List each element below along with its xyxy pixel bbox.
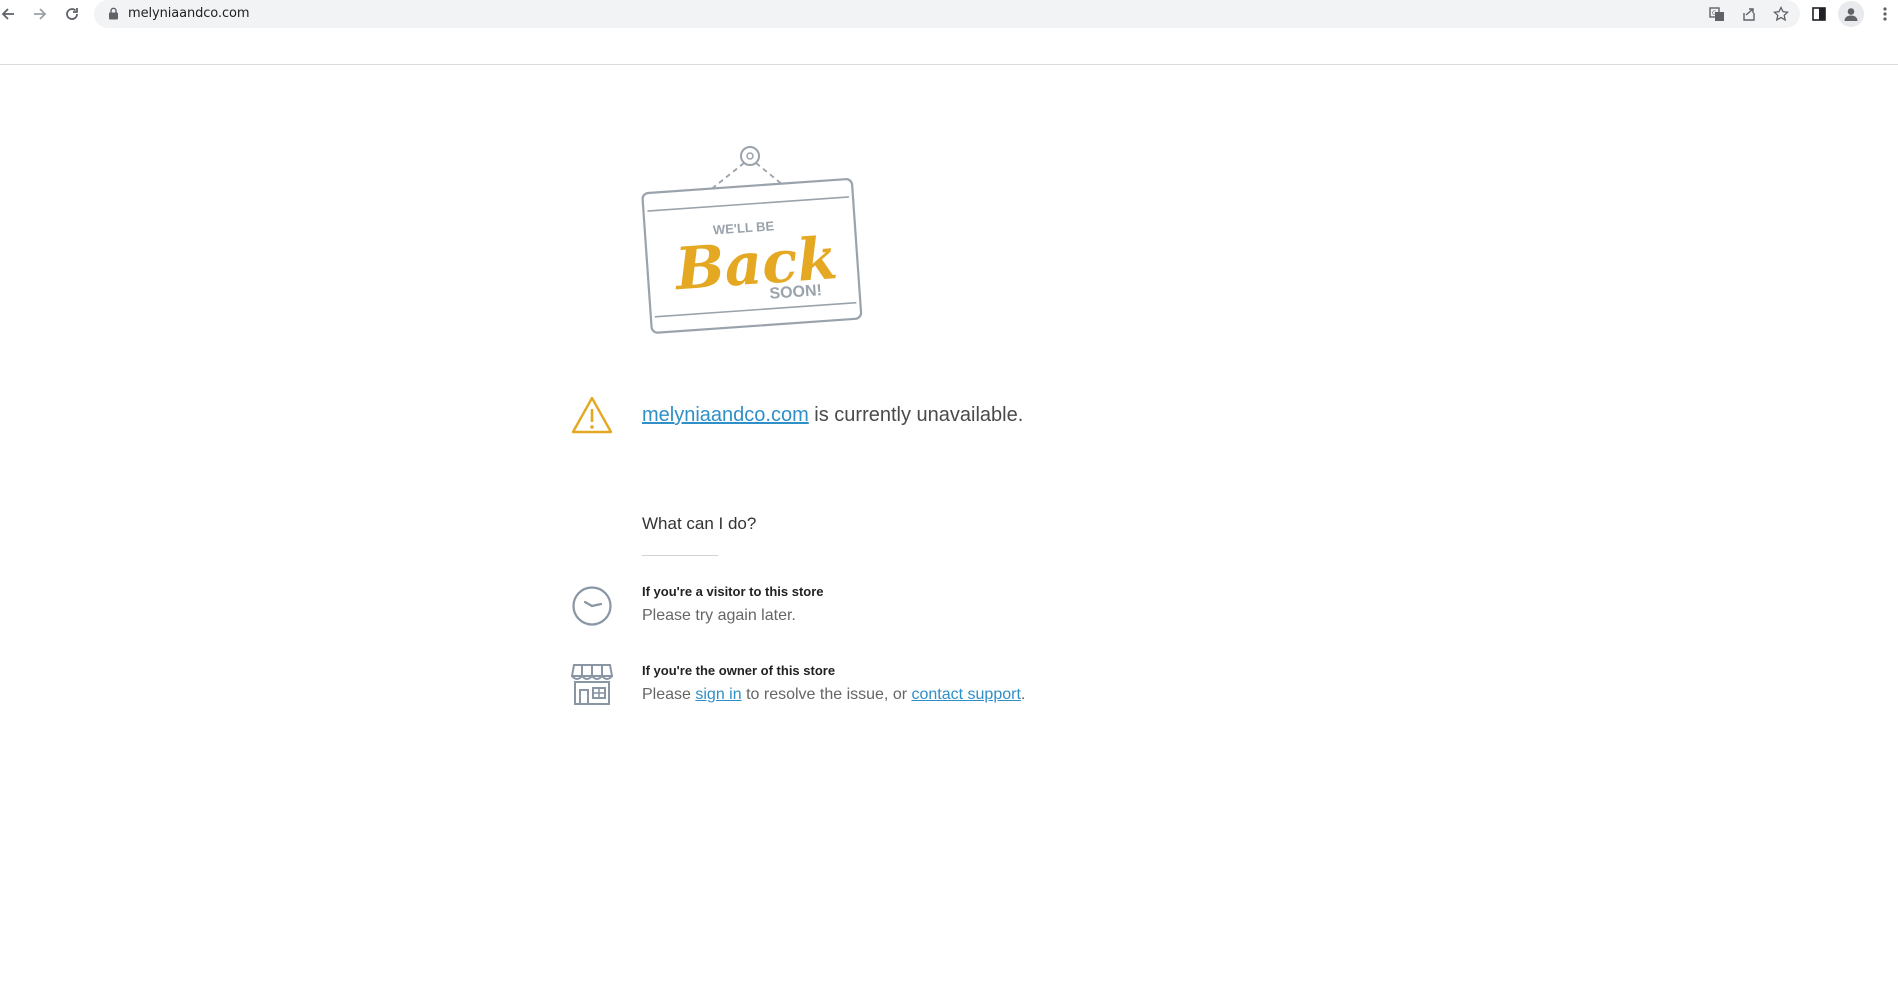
sign-in-link[interactable]: sign in	[695, 686, 741, 703]
share-icon[interactable]	[1738, 3, 1760, 25]
owner-text-after: .	[1020, 686, 1026, 703]
owner-text: Please sign in to resolve the issue, or …	[642, 686, 1025, 704]
reload-icon[interactable]	[60, 2, 84, 26]
unavailable-text: is currently unavailable.	[808, 404, 1024, 426]
owner-heading: If you're the owner of this store	[642, 663, 836, 678]
contact-support-link[interactable]: contact support	[911, 686, 1020, 703]
unavailable-headline: melyniaandco.com is currently unavailabl…	[642, 404, 1023, 427]
section-divider	[642, 555, 718, 556]
clock-icon	[571, 585, 613, 632]
url-text[interactable]: melyniaandco.com	[128, 6, 250, 21]
visitor-text: Please try again later.	[642, 607, 796, 624]
well-be-back-sign-illustration: WE'LL BE Back SOON!	[640, 144, 870, 339]
bookmark-star-icon[interactable]	[1770, 3, 1792, 25]
warning-triangle-icon	[571, 396, 613, 439]
owner-text-middle: to resolve the issue, or	[741, 686, 912, 703]
profile-icon[interactable]	[1838, 1, 1864, 27]
owner-text-before: Please	[642, 686, 696, 703]
store-domain-link[interactable]: melyniaandco.com	[642, 404, 809, 426]
visitor-heading: If you're a visitor to this store	[642, 584, 824, 599]
side-panel-icon[interactable]	[1808, 3, 1830, 25]
forward-icon[interactable]	[28, 2, 52, 26]
storefront-icon	[570, 662, 614, 711]
address-bar[interactable]: melyniaandco.com	[94, 0, 1800, 28]
menu-kebab-icon[interactable]	[1874, 3, 1896, 25]
svg-text:G: G	[1712, 10, 1717, 17]
browser-toolbar: melyniaandco.com G	[0, 0, 1898, 65]
lock-icon[interactable]	[108, 7, 119, 25]
what-can-i-do-title: What can I do?	[642, 514, 757, 533]
back-icon[interactable]	[0, 2, 20, 26]
translate-icon[interactable]: G	[1706, 3, 1728, 25]
